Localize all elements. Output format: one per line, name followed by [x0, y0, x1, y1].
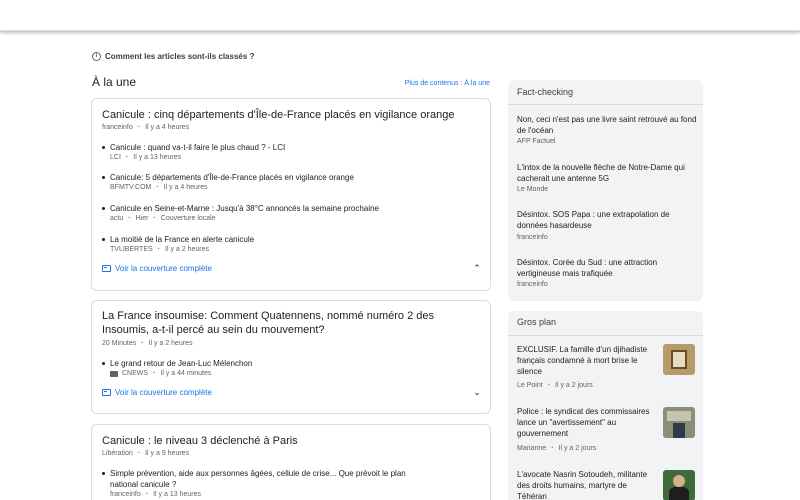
article-thumbnail[interactable] — [663, 470, 695, 500]
divider — [508, 335, 703, 336]
sub-article-source[interactable]: actu — [110, 215, 123, 222]
video-icon — [110, 370, 118, 377]
sub-article-title[interactable]: Simple prévention, aide aux personnes âg… — [110, 468, 410, 490]
sub-article-source[interactable]: franceinfo — [110, 491, 141, 498]
bullet — [102, 472, 105, 475]
full-coverage-label: Voir la couverture complète — [115, 388, 212, 397]
thumbnail-detail — [673, 423, 685, 438]
sub-article-title[interactable]: Canicule en Seine-et-Marne : Jusqu'à 38°… — [110, 203, 450, 214]
bullet — [102, 207, 105, 210]
sub-article-title[interactable]: Canicule: 5 départements d'Île-de-France… — [110, 172, 410, 183]
thumbnail-detail — [671, 350, 687, 369]
gros-plan-source[interactable]: Marianne — [517, 445, 546, 452]
sub-article-time: Il y a 13 heures — [133, 154, 182, 161]
article-thumbnail[interactable] — [663, 344, 695, 375]
sub-article-time: Il y a 44 minutes — [160, 370, 212, 377]
sub-article-source[interactable]: TVLIBERTES — [110, 246, 153, 253]
sub-article-time: Il y a 13 heures — [153, 491, 201, 498]
story-meta: franceinfo · Il y a 4 heures — [102, 124, 190, 131]
fact-check-title[interactable]: Non, ceci n'est pas une livre saint retr… — [517, 114, 697, 136]
how-ranked-link[interactable]: i Comment les articles sont-ils classés … — [92, 50, 254, 62]
bullet — [102, 146, 105, 149]
sub-article-title[interactable]: Le grand retour de Jean-Luc Mélenchon — [110, 358, 410, 369]
sub-article-source[interactable]: CNEWS — [122, 370, 148, 377]
article-thumbnail[interactable] — [663, 407, 695, 438]
bullet — [102, 238, 105, 241]
sub-article-time: Il y a 4 heures — [163, 184, 208, 191]
story-source[interactable]: Libération — [102, 450, 133, 457]
story-headline[interactable]: La France insoumise: Comment Quatennens,… — [102, 309, 477, 337]
sub-article-meta: actu · Hier · Couverture locale — [110, 215, 216, 222]
more-content-link[interactable]: Plus de contenus : À la une — [405, 80, 490, 87]
gros-plan-meta: Le Point · Il y a 2 jours — [517, 382, 593, 389]
sub-article-title[interactable]: Canicule : quand va-t-il faire le plus c… — [110, 142, 410, 153]
sub-article-meta: CNEWS · Il y a 44 minutes — [110, 370, 211, 377]
full-coverage-link[interactable]: Voir la couverture complète — [102, 263, 212, 274]
story-source[interactable]: franceinfo — [102, 124, 133, 131]
story-time: Il y a 9 heures — [145, 450, 190, 457]
sub-article-time: Il y a 2 heures — [165, 246, 209, 253]
newspaper-icon — [102, 265, 111, 272]
gros-plan-title[interactable]: EXCLUSIF. La famille d'un djihadiste fra… — [517, 344, 657, 377]
newspaper-icon — [102, 389, 111, 396]
section-title: À la une — [92, 75, 137, 89]
sub-article-time: Hier — [135, 215, 149, 222]
gros-plan-title[interactable]: Police : le syndicat des commissaires la… — [517, 406, 657, 439]
sub-article-source[interactable]: BFMTV.COM — [110, 184, 151, 191]
fact-check-title[interactable]: Désintox. Corée du Sud : une attraction … — [517, 257, 697, 279]
gros-plan-title[interactable]: L'avocate Nasrin Sotoudeh, militante des… — [517, 469, 657, 500]
story-card: Canicule : cinq départements d'Île-de-Fr… — [91, 98, 491, 291]
thumbnail-detail — [667, 411, 691, 421]
full-coverage-label: Voir la couverture complète — [115, 264, 212, 273]
panel-title: Fact-checking — [517, 87, 574, 97]
sub-article-meta: LCI · Il y a 13 heures — [110, 154, 182, 161]
story-meta: 20 Minutes · Il y a 2 heures — [102, 340, 193, 347]
fact-checking-panel: Fact-checking Non, ceci n'est pas une li… — [508, 80, 703, 301]
gros-plan-meta: Marianne · Il y a 2 jours — [517, 445, 597, 452]
how-ranked-label: Comment les articles sont-ils classés ? — [105, 51, 255, 61]
story-card: Canicule : le niveau 3 déclenché à Paris… — [91, 424, 491, 500]
story-time: Il y a 4 heures — [145, 124, 190, 131]
sub-article-meta: TVLIBERTES · Il y a 2 heures — [110, 246, 209, 253]
fact-check-source[interactable]: Le Monde — [517, 186, 548, 193]
info-icon: i — [92, 51, 101, 61]
bullet — [102, 362, 105, 365]
fact-check-title[interactable]: Désintox. SOS Papa : une extrapolation d… — [517, 209, 697, 231]
thumbnail-detail — [673, 475, 685, 487]
full-coverage-link[interactable]: Voir la couverture complète — [102, 387, 212, 398]
panel-title: Gros plan — [517, 317, 557, 327]
sub-article-source[interactable]: LCI — [110, 154, 121, 161]
chevron-down-icon[interactable]: ⌄ — [472, 387, 482, 397]
fact-check-title[interactable]: L'intox de la nouvelle flèche de Notre-D… — [517, 162, 697, 184]
sub-article-meta: franceinfo · Il y a 13 heures — [110, 491, 201, 498]
gros-plan-panel: Gros plan EXCLUSIF. La famille d'un djih… — [508, 311, 703, 500]
story-meta: Libération · Il y a 9 heures — [102, 450, 190, 457]
story-time: Il y a 2 heures — [148, 340, 193, 347]
gros-plan-source[interactable]: Le Point — [517, 382, 543, 389]
sub-article-title[interactable]: La moitié de la France en alerte canicul… — [110, 234, 410, 245]
fact-check-source[interactable]: AFP Factuel — [517, 138, 555, 145]
chevron-up-icon[interactable]: ⌃ — [472, 263, 482, 273]
sub-article-meta: BFMTV.COM · Il y a 4 heures — [110, 184, 208, 191]
fact-check-source[interactable]: franceinfo — [517, 234, 548, 241]
local-coverage-tag: Couverture locale — [160, 215, 216, 222]
story-headline[interactable]: Canicule : cinq départements d'Île-de-Fr… — [102, 108, 482, 122]
story-card: La France insoumise: Comment Quatennens,… — [91, 300, 491, 414]
fact-check-source[interactable]: franceinfo — [517, 281, 548, 288]
thumbnail-detail — [669, 487, 689, 500]
divider — [508, 104, 703, 105]
bullet — [102, 176, 105, 179]
top-bar — [0, 0, 800, 31]
story-source[interactable]: 20 Minutes — [102, 340, 136, 347]
gros-plan-time: Il y a 2 jours — [558, 445, 597, 452]
story-headline[interactable]: Canicule : le niveau 3 déclenché à Paris — [102, 434, 482, 448]
gros-plan-time: Il y a 2 jours — [555, 382, 593, 389]
